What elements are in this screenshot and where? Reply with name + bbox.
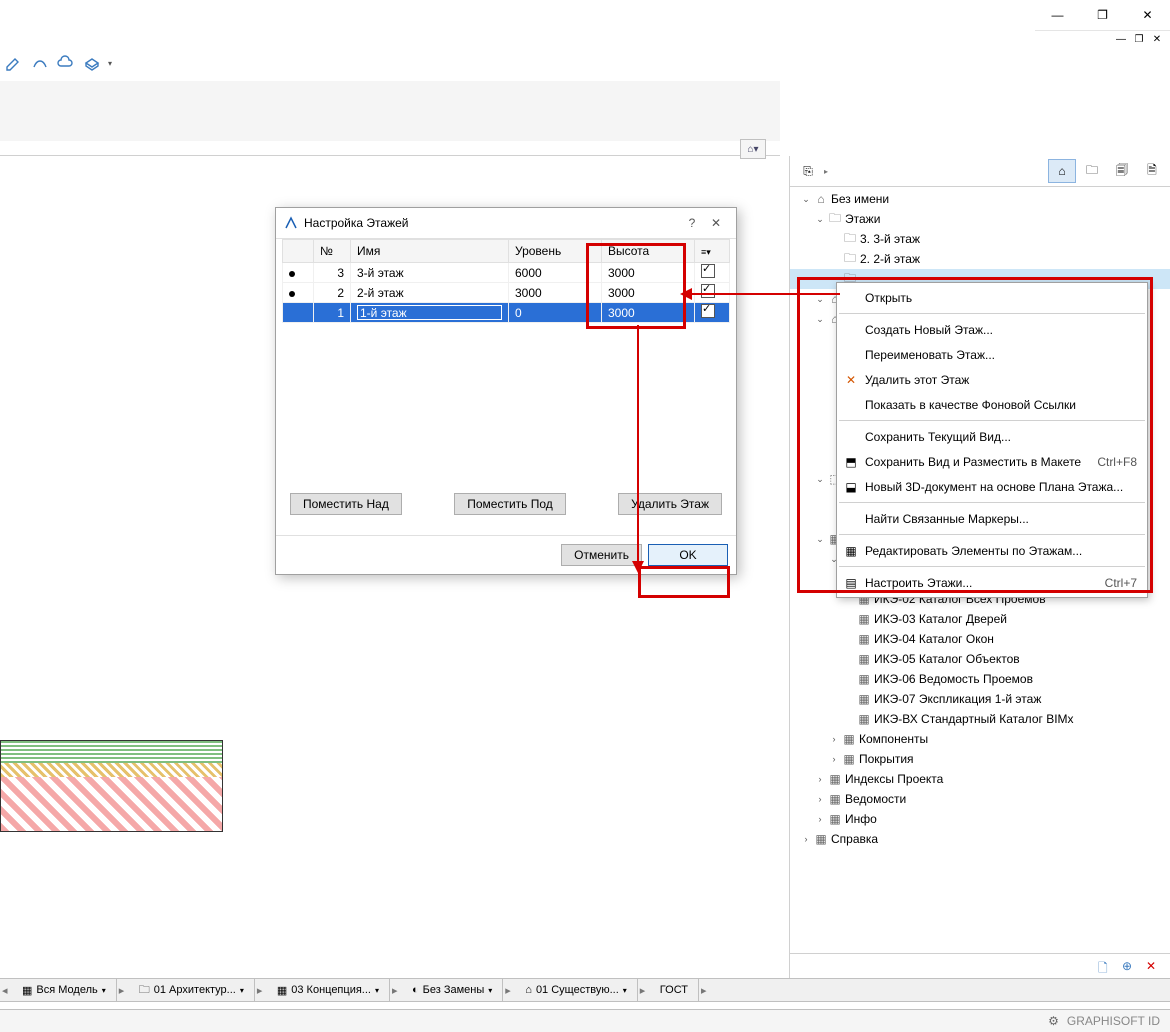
navigator-header: ⎘ ▸ ⌂ 🗀 🗐 🗎 <box>790 156 1170 187</box>
new-folder-icon[interactable]: ⊕ <box>1122 959 1138 975</box>
catalog-item[interactable]: ▦ИКЭ-06 Ведомость Проемов <box>790 669 1170 689</box>
components-group[interactable]: ›▦Компоненты <box>790 729 1170 749</box>
sub-window-controls: — ❐ ✕ <box>1113 32 1165 46</box>
catalog-item[interactable]: ▦ИКЭ-07 Экспликация 1-й этаж <box>790 689 1170 709</box>
cancel-button[interactable]: Отменить <box>561 544 642 566</box>
navigator-footer: 🗋 ⊕ ✕ <box>790 953 1170 980</box>
graphisoft-id-label[interactable]: GRAPHISOFT ID <box>1067 1014 1160 1028</box>
tab-arch[interactable]: 🗀01 Архитектур...▾ <box>129 979 255 1001</box>
project-root[interactable]: ⌄⌂Без имени <box>790 189 1170 209</box>
story-item-2[interactable]: 🗀2. 2-й этаж <box>790 249 1170 269</box>
catalog-item[interactable]: ▦ИКЭ-03 Каталог Дверей <box>790 609 1170 629</box>
surfaces-group[interactable]: ›▦Покрытия <box>790 749 1170 769</box>
scroll-right-icon[interactable]: ▸ <box>699 984 711 997</box>
story-name-input[interactable] <box>357 305 502 320</box>
insert-above-button[interactable]: Поместить Над <box>290 493 402 515</box>
view-tab-icon[interactable]: ⌂▾ <box>740 139 766 159</box>
tab-standard[interactable]: ГОСТ <box>650 979 699 1001</box>
view-map-icon[interactable]: 🗀 <box>1078 159 1106 183</box>
quick-toolbar: ▾ <box>0 50 112 76</box>
stories-group[interactable]: ⌄🗀Этажи <box>790 209 1170 229</box>
tab-reno[interactable]: ⌂01 Существую...▾ <box>515 979 638 1001</box>
catalog-item[interactable]: ▦ИКЭ-05 Каталог Объектов <box>790 649 1170 669</box>
delete-story-button[interactable]: Удалить Этаж <box>618 493 722 515</box>
sub-minimize-icon[interactable]: — <box>1113 32 1129 46</box>
cloud-icon[interactable] <box>56 53 76 73</box>
object-icon[interactable] <box>82 53 102 73</box>
story-item-3[interactable]: 🗀3. 3-й этаж <box>790 229 1170 249</box>
close-button[interactable]: ✕ <box>704 216 728 230</box>
minimize-button[interactable]: — <box>1035 0 1080 30</box>
catalog-item[interactable]: ▦ИКЭ-04 Каталог Окон <box>790 629 1170 649</box>
checkbox[interactable] <box>701 284 715 298</box>
chevron-right-icon: ▸ <box>824 167 828 176</box>
app-icon <box>284 216 298 230</box>
project-map-icon[interactable]: ⌂ <box>1048 159 1076 183</box>
bullet-icon <box>289 291 295 297</box>
scroll-left-icon[interactable]: ◂ <box>0 984 12 997</box>
morph-icon[interactable] <box>30 53 50 73</box>
window-controls: — ❐ ✕ <box>1035 0 1170 31</box>
tab-concept[interactable]: ▦03 Концепция...▾ <box>267 979 390 1001</box>
callout-ok-button <box>638 566 730 598</box>
layout-book-icon[interactable]: 🗐 <box>1108 159 1136 183</box>
insert-below-button[interactable]: Поместить Под <box>454 493 566 515</box>
ruler <box>0 140 780 156</box>
close-button[interactable]: ✕ <box>1125 0 1170 30</box>
bottom-tab-strip: ◂ ▦Вся Модель▾ ▸ 🗀01 Архитектур...▾ ▸ ▦0… <box>0 978 1170 1002</box>
maximize-button[interactable]: ❐ <box>1080 0 1125 30</box>
dropdown-icon[interactable]: ▾ <box>108 59 112 68</box>
sub-close-icon[interactable]: ✕ <box>1149 32 1165 46</box>
callout-story-settings-menu <box>797 277 1153 593</box>
bullet-icon <box>289 271 295 277</box>
callout-height-column <box>586 243 686 329</box>
checkbox[interactable] <box>701 264 715 278</box>
lists-group[interactable]: ›▦Ведомости <box>790 789 1170 809</box>
help-group[interactable]: ›▦Справка <box>790 829 1170 849</box>
status-bar: ⚙ GRAPHISOFT ID <box>0 1009 1170 1032</box>
view-tabs: ⌂▾ <box>740 139 766 159</box>
info-group[interactable]: ›▦Инфо <box>790 809 1170 829</box>
checkbox[interactable] <box>701 304 715 318</box>
dialog-title: Настройка Этажей <box>304 216 408 230</box>
catalog-item[interactable]: ▦ИКЭ-ВХ Стандартный Каталог BIMx <box>790 709 1170 729</box>
sub-restore-icon[interactable]: ❐ <box>1131 32 1147 46</box>
tab-override[interactable]: ◐Без Замены▾ <box>402 979 503 1001</box>
dialog-titlebar: Настройка Этажей ? ✕ <box>276 208 736 239</box>
edit-icon[interactable] <box>4 53 24 73</box>
ok-button[interactable]: OK <box>648 544 728 566</box>
tab-model[interactable]: ▦Вся Модель▾ <box>12 979 117 1001</box>
wall-section-drawing <box>0 740 223 832</box>
new-item-icon[interactable]: 🗋 <box>1098 959 1114 975</box>
publisher-icon[interactable]: 🗎 <box>1138 159 1166 183</box>
settings-icon[interactable]: ⚙ <box>1048 1014 1059 1028</box>
delete-icon[interactable]: ✕ <box>1146 959 1162 975</box>
help-button[interactable]: ? <box>680 216 704 230</box>
navigator-menu-icon[interactable]: ⎘ <box>794 159 822 183</box>
indexes-group[interactable]: ›▦Индексы Проекта <box>790 769 1170 789</box>
